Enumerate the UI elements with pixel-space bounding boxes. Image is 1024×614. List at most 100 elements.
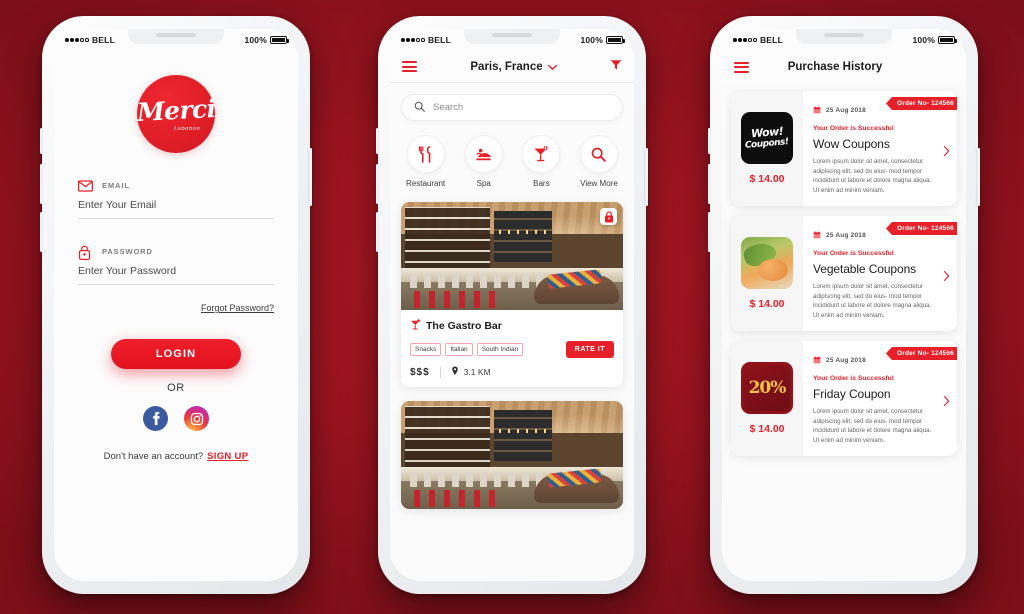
instagram-login-button[interactable] xyxy=(184,406,209,431)
purchase-title: Wow Coupons xyxy=(813,137,890,151)
facebook-icon xyxy=(152,411,160,426)
search-icon xyxy=(579,135,618,173)
restaurant-photo xyxy=(401,202,623,310)
category-bars[interactable]: Bars xyxy=(522,135,561,188)
power-button[interactable] xyxy=(977,148,980,206)
category-label: Bars xyxy=(533,179,550,188)
volume-down-button[interactable] xyxy=(376,212,379,252)
volume-up-button[interactable] xyxy=(40,164,43,204)
login-button[interactable]: LOGIN xyxy=(111,339,241,369)
purchase-price: $ 14.00 xyxy=(749,423,785,435)
order-number-badge: Order No- 124566 xyxy=(885,97,957,110)
category-view-more[interactable]: View More xyxy=(579,135,618,188)
phone-notch xyxy=(464,29,560,44)
signup-prompt-row: Don't have an account? SIGN UP xyxy=(104,451,249,462)
purchase-date: 25 Aug 2018 xyxy=(826,106,866,114)
tag: Snacks xyxy=(410,343,442,356)
restaurant-name: The Gastro Bar xyxy=(426,320,502,332)
chevron-right-icon[interactable] xyxy=(941,143,952,156)
volume-up-button[interactable] xyxy=(376,164,379,204)
filter-funnel-icon[interactable] xyxy=(610,58,622,76)
category-row: Restaurant Spa Bars View More xyxy=(401,135,623,188)
search-bar[interactable] xyxy=(401,94,623,121)
facebook-login-button[interactable] xyxy=(143,406,168,431)
social-login-row xyxy=(143,406,209,431)
carrier-label: BELL xyxy=(91,35,115,45)
purchase-thumb-area: $ 14.00 xyxy=(731,216,803,331)
phone-mockup-login: BELL 100% Merci Lebanon EMAIL Enter Your… xyxy=(40,16,312,594)
purchase-price: $ 14.00 xyxy=(749,173,785,185)
cocktail-icon xyxy=(410,317,421,335)
purchase-details: Order No- 124566 25 Aug 2018 Your Order … xyxy=(803,341,957,456)
category-spa[interactable]: Spa xyxy=(464,135,503,188)
tag: South Indian xyxy=(476,343,524,356)
email-input[interactable] xyxy=(78,191,274,219)
purchase-thumb-area: 20% $ 14.00 xyxy=(731,341,803,456)
price-level-label: $$$ xyxy=(410,366,430,378)
order-status-label: Your Order is Successful xyxy=(813,125,894,132)
app-logo: Merci Lebanon xyxy=(136,75,216,153)
listing-body: Restaurant Spa xyxy=(390,83,634,581)
email-label: EMAIL xyxy=(102,180,130,190)
calendar-icon xyxy=(813,226,821,244)
search-input[interactable] xyxy=(433,102,610,113)
password-input[interactable] xyxy=(78,257,274,285)
volume-down-button[interactable] xyxy=(40,212,43,252)
distance-label: 3.1 KM xyxy=(463,367,491,377)
battery-percent-label: 100% xyxy=(912,35,935,45)
hamburger-menu-icon[interactable] xyxy=(402,61,417,72)
phone-mockup-purchase-history: BELL 100% Purchase History Wow! Coupons!… xyxy=(708,16,980,594)
category-restaurant[interactable]: Restaurant xyxy=(406,135,445,188)
category-label: View More xyxy=(580,179,618,188)
purchase-card[interactable]: 20% $ 14.00 Order No- 124566 25 Aug 2018… xyxy=(731,341,957,456)
power-button[interactable] xyxy=(645,148,648,206)
restaurant-photo xyxy=(401,401,623,509)
listing-app-bar: Paris, France xyxy=(390,51,634,83)
purchase-history-screen: BELL 100% Purchase History Wow! Coupons!… xyxy=(722,29,966,581)
volume-down-button[interactable] xyxy=(708,212,711,252)
chevron-down-icon xyxy=(547,62,557,71)
mute-switch[interactable] xyxy=(40,128,43,154)
signup-link[interactable]: SIGN UP xyxy=(207,451,248,462)
purchase-description: Lorem ipsum dolor sit amet, consectetur … xyxy=(813,283,932,319)
login-body: Merci Lebanon EMAIL PASSWORD xyxy=(54,51,298,581)
rate-it-button[interactable]: RATE IT xyxy=(565,341,614,358)
battery-percent-label: 100% xyxy=(580,35,603,45)
power-button[interactable] xyxy=(309,148,312,206)
signal-strength-icon xyxy=(65,38,89,42)
purchase-thumb-area: Wow! Coupons! $ 14.00 xyxy=(731,91,803,206)
forgot-password-link[interactable]: Forgot Password? xyxy=(78,303,274,313)
restaurant-tags: Snacks Italian South Indian xyxy=(410,343,524,356)
wow-coupons-thumbnail: Wow! Coupons! xyxy=(741,112,793,164)
order-number-badge: Order No- 124566 xyxy=(885,347,957,360)
purchase-card[interactable]: Wow! Coupons! $ 14.00 Order No- 124566 2… xyxy=(731,91,957,206)
history-app-bar: Purchase History xyxy=(722,51,966,83)
chevron-right-icon[interactable] xyxy=(941,268,952,281)
restaurant-card[interactable]: The Gastro Bar Snacks Italian South Indi… xyxy=(401,202,623,387)
carrier-label: BELL xyxy=(759,35,783,45)
order-status-label: Your Order is Successful xyxy=(813,375,894,382)
listing-screen: BELL 100% Paris, France Search Restauran… xyxy=(390,29,634,581)
instagram-icon xyxy=(190,412,204,426)
mute-switch[interactable] xyxy=(376,128,379,154)
lock-icon[interactable] xyxy=(600,208,617,225)
email-field-group: EMAIL xyxy=(78,179,274,219)
volume-up-button[interactable] xyxy=(708,164,711,204)
phone-mockup-listing: BELL 100% Paris, France Search Restauran… xyxy=(376,16,648,594)
cutlery-icon xyxy=(406,135,445,173)
or-divider-label: OR xyxy=(167,382,185,394)
massage-icon xyxy=(464,135,503,173)
location-selector[interactable]: Paris, France xyxy=(470,61,557,73)
hamburger-menu-icon[interactable] xyxy=(734,61,749,73)
mute-switch[interactable] xyxy=(708,128,711,154)
tag: Italian xyxy=(445,343,473,356)
restaurant-card[interactable] xyxy=(401,401,623,509)
signal-strength-icon xyxy=(733,38,757,42)
purchase-card[interactable]: $ 14.00 Order No- 124566 25 Aug 2018 You… xyxy=(731,216,957,331)
chevron-right-icon[interactable] xyxy=(941,393,952,406)
category-label: Restaurant xyxy=(406,179,446,188)
signup-prompt-label: Don't have an account? xyxy=(103,451,204,462)
battery-icon xyxy=(270,36,289,44)
battery-icon xyxy=(938,36,957,44)
password-label: PASSWORD xyxy=(102,246,153,256)
